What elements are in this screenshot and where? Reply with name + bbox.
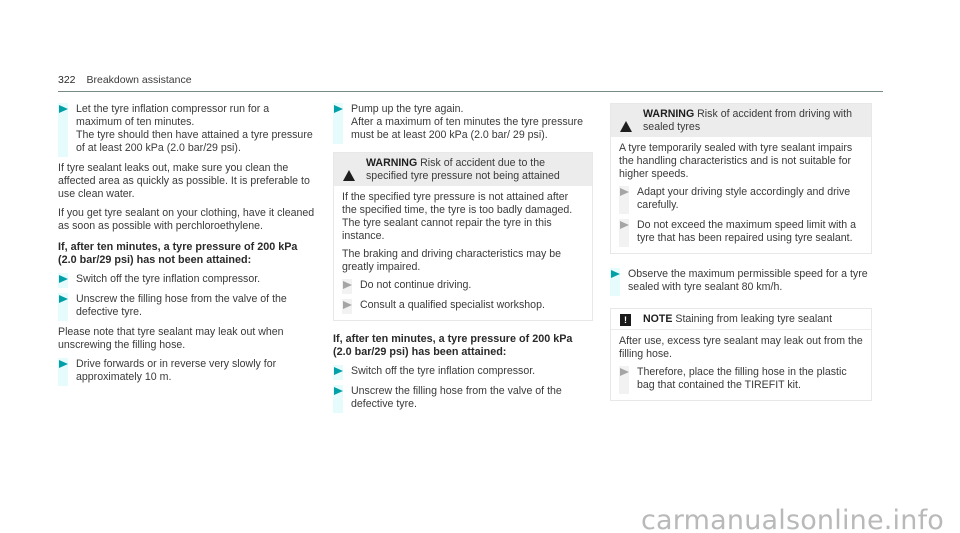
warning-label: WARNING	[366, 157, 421, 169]
instruction-step: Unscrew the filling hose from the valve …	[58, 293, 315, 321]
paragraph: If you get tyre sealant on your clothing…	[58, 207, 315, 232]
section-title: Breakdown assistance	[86, 74, 192, 86]
warning-triangle-icon	[620, 109, 632, 132]
step-text: Do not exceed the maximum speed limit wi…	[637, 219, 857, 244]
warning-body: A tyre temporarily sealed with tyre seal…	[611, 137, 871, 253]
instruction-step: Switch off the tyre inflation compressor…	[58, 273, 315, 288]
instruction-step: Observe the maximum permissible speed fo…	[610, 268, 872, 296]
warning-box: WARNING Risk of accident from driving wi…	[610, 103, 872, 254]
paragraph: If tyre sealant leaks out, make sure you…	[58, 162, 310, 200]
step-arrow-icon	[343, 281, 352, 289]
warning-text: The braking and driving characteristics …	[342, 248, 562, 273]
column-3: WARNING Risk of accident from driving wi…	[610, 103, 872, 413]
warning-body: If the specified tyre pressure is not at…	[334, 186, 592, 320]
note-title: Staining from leaking tyre sealant	[675, 313, 833, 325]
note-body: After use, excess tyre sealant may leak …	[611, 330, 871, 400]
page-header: 322 Breakdown assistance	[58, 74, 883, 92]
note-label: NOTE	[643, 313, 676, 325]
step-text: Therefore, place the filling hose in the…	[637, 366, 847, 391]
warning-box: WARNING Risk of accident due to the spec…	[333, 152, 593, 321]
step-text: Do not continue driving.	[360, 279, 472, 291]
step-result-text: The tyre should then have attained a tyr…	[76, 129, 313, 154]
instruction-step: Switch off the tyre inflation compressor…	[333, 365, 593, 380]
step-arrow-icon	[59, 360, 68, 368]
column-1: Let the tyre inflation compressor run fo…	[58, 103, 315, 391]
step-arrow-icon	[343, 301, 352, 309]
warning-header: WARNING Risk of accident from driving wi…	[611, 104, 871, 137]
step-text: Switch off the tyre inflation compressor…	[76, 273, 261, 285]
condition-heading: If, after ten minutes, a tyre pressure o…	[333, 333, 573, 358]
warning-triangle-icon	[343, 158, 355, 181]
step-text: Switch off the tyre inflation compressor…	[351, 365, 536, 377]
exclamation-icon: !	[620, 314, 631, 326]
step-arrow-icon	[59, 295, 68, 303]
column-2: Pump up the tyre again. After a maximum …	[333, 103, 593, 418]
warning-step: Adapt your driving style accordingly and…	[619, 186, 863, 214]
step-text: Drive forwards or in reverse very slowly…	[76, 358, 277, 383]
step-arrow-icon	[59, 105, 68, 113]
step-text: Consult a qualified specialist workshop.	[360, 299, 545, 311]
step-arrow-icon	[59, 275, 68, 283]
step-arrow-icon	[334, 105, 343, 113]
warning-label: WARNING	[643, 108, 698, 120]
step-arrow-icon	[334, 387, 343, 395]
step-arrow-icon	[620, 221, 629, 229]
step-text: Pump up the tyre again.	[351, 103, 464, 115]
instruction-step: Let the tyre inflation compressor run fo…	[58, 103, 315, 157]
step-text: Unscrew the filling hose from the valve …	[76, 293, 287, 318]
step-text: Let the tyre inflation compressor run fo…	[76, 103, 270, 128]
note-step: Therefore, place the filling hose in the…	[619, 366, 863, 394]
note-box: ! NOTE Staining from leaking tyre sealan…	[610, 308, 872, 401]
warning-step: Do not exceed the maximum speed limit wi…	[619, 219, 863, 247]
instruction-step: Unscrew the filling hose from the valve …	[333, 385, 593, 413]
instruction-step: Drive forwards or in reverse very slowly…	[58, 358, 315, 386]
warning-header: WARNING Risk of accident due to the spec…	[334, 153, 592, 186]
paragraph: Please note that tyre sealant may leak o…	[58, 326, 284, 351]
step-arrow-icon	[611, 270, 620, 278]
page-number: 322	[58, 74, 76, 86]
warning-step: Consult a qualified specialist workshop.	[342, 299, 584, 314]
warning-step: Do not continue driving.	[342, 279, 584, 294]
watermark: carmanualsonline.info	[641, 505, 944, 533]
note-text: After use, excess tyre sealant may leak …	[619, 335, 863, 360]
note-header: ! NOTE Staining from leaking tyre sealan…	[611, 309, 871, 330]
warning-text: If the specified tyre pressure is not at…	[342, 191, 573, 242]
step-arrow-icon	[620, 188, 629, 196]
instruction-step: Pump up the tyre again. After a maximum …	[333, 103, 593, 144]
step-text: Unscrew the filling hose from the valve …	[351, 385, 562, 410]
step-result-text: After a maximum of ten minutes the tyre …	[351, 116, 583, 141]
warning-text: A tyre temporarily sealed with tyre seal…	[619, 142, 853, 180]
step-text: Observe the maximum permissible speed fo…	[628, 268, 868, 293]
step-arrow-icon	[620, 368, 629, 376]
step-text: Adapt your driving style accordingly and…	[637, 186, 851, 211]
step-arrow-icon	[334, 367, 343, 375]
condition-heading: If, after ten minutes, a tyre pressure o…	[58, 241, 298, 266]
